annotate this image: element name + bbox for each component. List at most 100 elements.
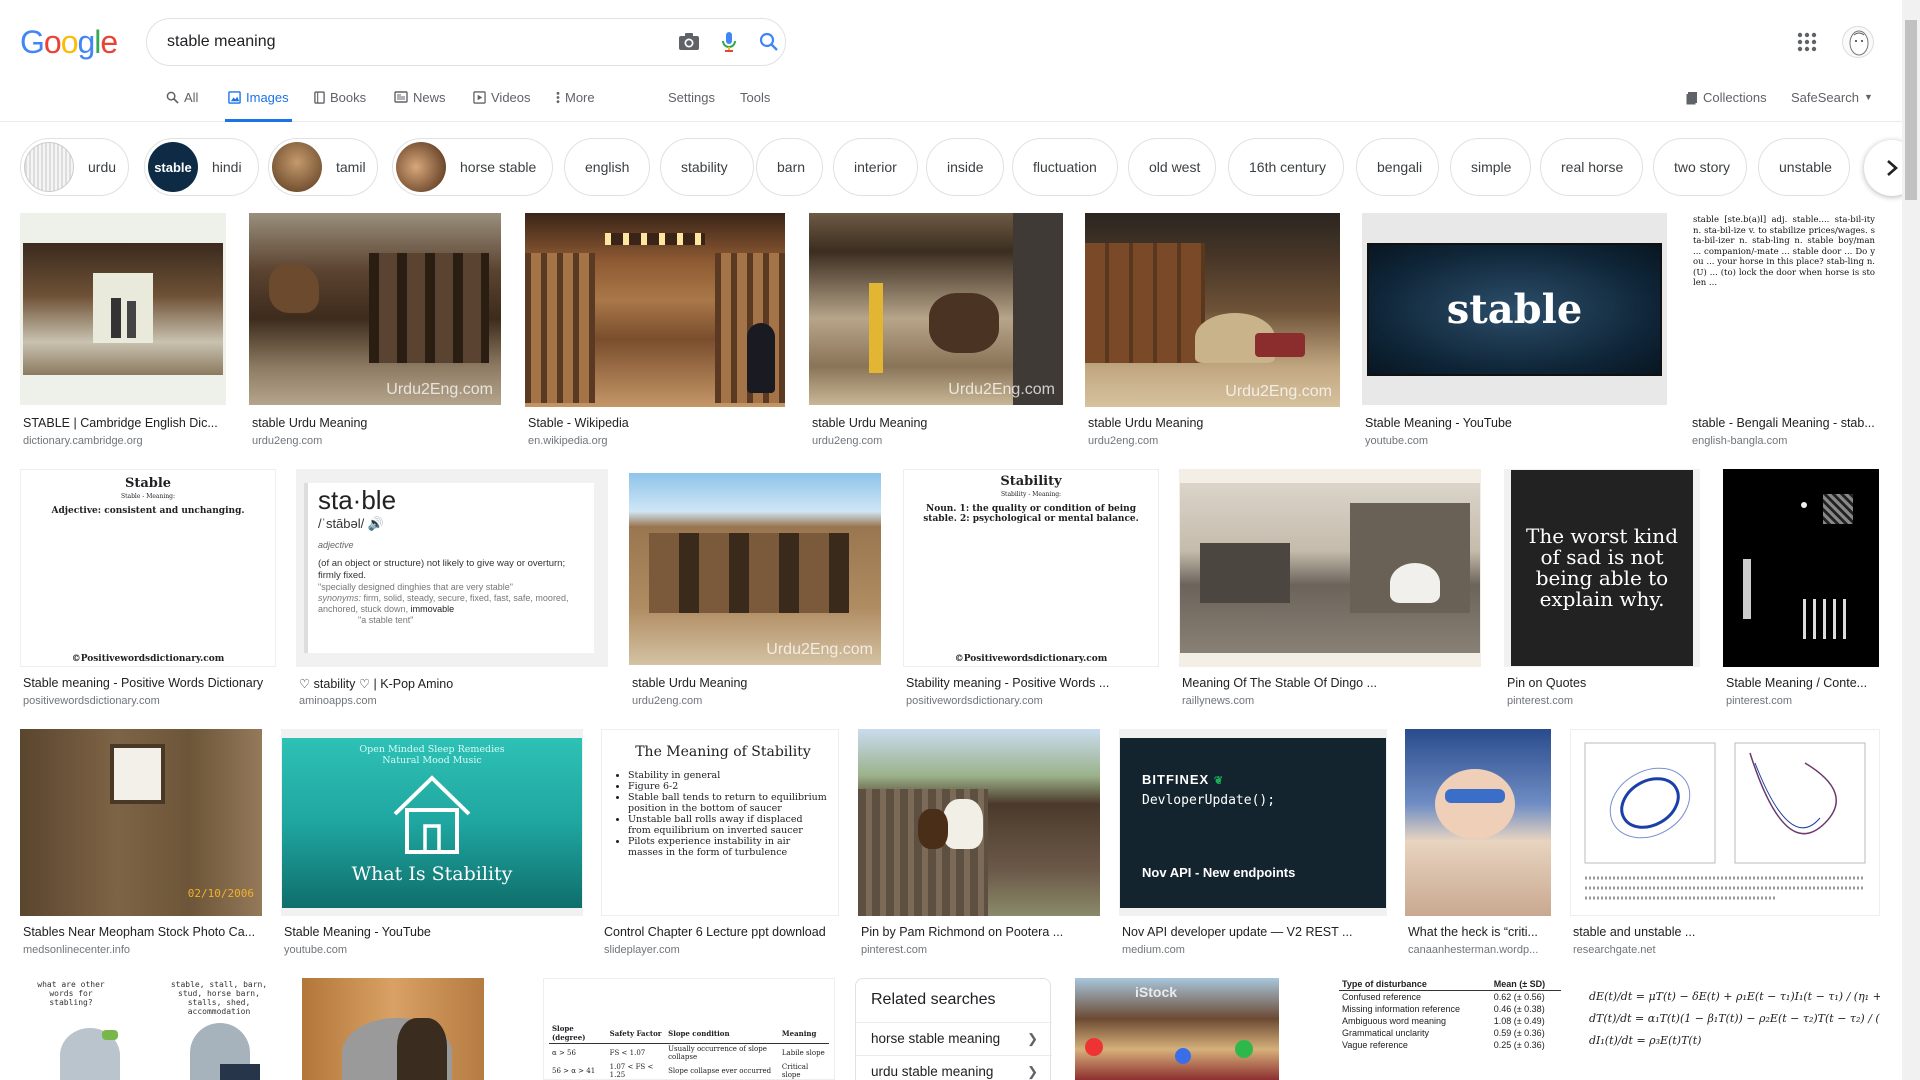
tab-more[interactable]: More [556, 90, 595, 122]
chip-inside[interactable]: inside [926, 138, 1004, 196]
image-result[interactable]: STABLE | Cambridge English Dic... dictio… [20, 213, 226, 447]
apps-grid-icon[interactable] [1795, 30, 1819, 54]
image-result[interactable]: dE(t)/dt = μT(t) − δE(t) + ρ₁E(t − τ₁)I₁… [1585, 978, 1880, 1080]
chip-unstable[interactable]: unstable [1758, 138, 1850, 196]
search-tabs: All Images Books News Videos More Settin… [0, 80, 1920, 122]
avatar[interactable] [1842, 26, 1874, 58]
image-result[interactable]: stable and unstable ... researchgate.net [1570, 729, 1880, 961]
chip-real-horse[interactable]: real horse [1540, 138, 1643, 196]
image-subheading: Stable - Meaning: [120, 493, 176, 500]
chip-16th-century[interactable]: 16th century [1228, 138, 1344, 196]
synonyms-label: synonyms: [318, 593, 362, 603]
google-logo[interactable]: Google [20, 24, 118, 60]
tab-books[interactable]: Books [314, 90, 366, 122]
chip-old-west[interactable]: old west [1128, 138, 1216, 196]
result-image: Urdu2Eng.com [629, 473, 881, 665]
chip-english[interactable]: english [564, 138, 650, 196]
image-result[interactable]: Meaning Of The Stable Of Dingo ... raill… [1179, 469, 1481, 709]
tab-settings[interactable]: Settings [668, 90, 715, 122]
image-result[interactable]: Open Minded Sleep Remedies Natural Mood … [281, 729, 583, 961]
collections-link[interactable]: Collections [1686, 90, 1767, 122]
image-result[interactable]: Stable Stable - Meaning: Adjective: cons… [20, 469, 276, 709]
image-result[interactable]: Urdu2Eng.com stable Urdu Meaning urdu2en… [249, 213, 501, 447]
image-result[interactable]: Slope (degree) Safety Factor Slope conditi… [543, 978, 835, 1080]
chip-urdu[interactable]: urdu [20, 138, 129, 196]
chip-barn[interactable]: barn [756, 138, 823, 196]
result-title: Meaning Of The Stable Of Dingo ... [1182, 676, 1378, 690]
related-searches-title: Related searches [871, 991, 996, 1008]
image-result[interactable]: Pin by Pam Richmond on Pootera ... pinte… [858, 729, 1100, 961]
related-search-item[interactable]: urdu stable meaning ❯ [856, 1055, 1052, 1080]
image-result[interactable]: BITFINEX ❦ DevloperUpdate(); Nov API - N… [1119, 729, 1387, 961]
table-cell: Critical slope [781, 1063, 809, 1079]
search-icon[interactable] [757, 30, 781, 54]
image-result[interactable]: Urdu2Eng.com stable Urdu Meaning urdu2en… [809, 213, 1063, 447]
image-result[interactable]: The Meaning of Stability Stability in ge… [601, 729, 839, 961]
image-result[interactable]: sta·ble /ˈstābəl/ 🔊 adjective (of an obj… [296, 469, 608, 709]
image-result[interactable]: Urdu2Eng.com stable Urdu Meaning urdu2en… [1085, 213, 1340, 447]
chip-two-story[interactable]: two story [1653, 138, 1747, 196]
image-result[interactable]: Stable Meaning / Conte... pinterest.com [1723, 469, 1879, 709]
image-result[interactable]: stable Stable Meaning - YouTube youtube.… [1362, 213, 1667, 447]
image-result[interactable]: 02/10/2006 Stables Near Meopham Stock Ph… [20, 729, 262, 961]
disturbance-table: Type of disturbance Mean (± SD) Confused r… [1339, 978, 1561, 1051]
tab-all[interactable]: All [166, 90, 198, 122]
chip-bengali[interactable]: bengali [1356, 138, 1439, 196]
image-result[interactable]: stable [ste.b(a)l] adj. stable.... sta-b… [1689, 213, 1879, 447]
camera-icon[interactable] [677, 30, 701, 54]
image-result[interactable]: Type of disturbance Mean (± SD) Confused r… [1338, 978, 1562, 1080]
image-result[interactable]: The worst kind of sad is not being able … [1504, 469, 1700, 709]
collections-label: Collections [1703, 90, 1767, 105]
tab-images[interactable]: Images [225, 90, 292, 122]
chip-hindi[interactable]: stable hindi [144, 138, 259, 196]
table-cell: 56 > α > 41 [552, 1067, 596, 1075]
chip-stability[interactable]: stability [660, 138, 754, 196]
image-result[interactable]: Urdu2Eng.com stable Urdu Meaning urdu2en… [629, 469, 881, 709]
image-result[interactable] [302, 978, 484, 1080]
equation: dE(t)/dt = μT(t) − δE(t) + ρ₁E(t − τ₁)I₁… [1589, 990, 1880, 1003]
image-result[interactable]: What the heck is “criti... canaanhesterm… [1405, 729, 1551, 961]
result-title: Stable - Wikipedia [528, 416, 629, 430]
chip-label: real horse [1561, 159, 1624, 175]
chip-fluctuation[interactable]: fluctuation [1012, 138, 1118, 196]
caret-down-icon: ▼ [1863, 92, 1873, 102]
result-source: urdu2eng.com [1088, 435, 1159, 447]
definition: (of an object or structure) not likely t… [318, 558, 566, 581]
scrollbar-thumb[interactable] [1905, 20, 1917, 200]
result-image [525, 213, 785, 407]
search-input[interactable] [167, 19, 647, 65]
example-2: "a stable tent" [358, 615, 414, 625]
result-source: pinterest.com [861, 944, 928, 956]
pronunciation: /ˈstābəl/ [318, 516, 365, 531]
result-image: iStock [1075, 978, 1279, 1080]
table-cell: Vague reference [1342, 1040, 1408, 1050]
chip-label: inside [947, 159, 984, 175]
chip-simple[interactable]: simple [1450, 138, 1531, 196]
tab-news[interactable]: News [394, 90, 446, 122]
chip-horse-stable[interactable]: horse stable [392, 138, 553, 196]
tab-label: News [413, 90, 446, 105]
result-source: slideplayer.com [604, 944, 680, 956]
chip-tamil[interactable]: tamil [268, 138, 378, 196]
result-title: Stable Meaning - YouTube [284, 925, 431, 939]
image-result[interactable]: iStock [1075, 978, 1279, 1080]
related-search-item[interactable]: horse stable meaning ❯ [856, 1022, 1052, 1054]
safesearch-dropdown[interactable]: SafeSearch ▼ [1791, 90, 1873, 122]
table-cell: FS < 1.07 [609, 1049, 646, 1057]
more-vert-icon [556, 91, 560, 104]
microphone-icon[interactable] [717, 30, 741, 54]
image-result[interactable]: Stable - Wikipedia en.wikipedia.org [525, 213, 785, 447]
tab-videos[interactable]: Videos [473, 90, 531, 122]
result-image: sta·ble /ˈstābəl/ 🔊 adjective (of an obj… [296, 469, 608, 667]
speaker-icon: 🔊 [367, 516, 385, 531]
table-cell: Missing information reference [1342, 1004, 1461, 1014]
related-search-label: horse stable meaning [871, 1031, 1001, 1046]
result-title: Stable Meaning / Conte... [1726, 676, 1868, 690]
result-title: Stable Meaning - YouTube [1365, 416, 1512, 430]
chip-interior[interactable]: interior [833, 138, 918, 196]
synonyms-extra: immovable [410, 604, 455, 614]
image-result[interactable]: Stability Stability - Meaning: Noun. 1: … [903, 469, 1159, 709]
tab-tools[interactable]: Tools [740, 90, 770, 122]
book-icon [314, 91, 325, 104]
image-result[interactable]: what are other words for stabling? stabl… [20, 978, 280, 1080]
